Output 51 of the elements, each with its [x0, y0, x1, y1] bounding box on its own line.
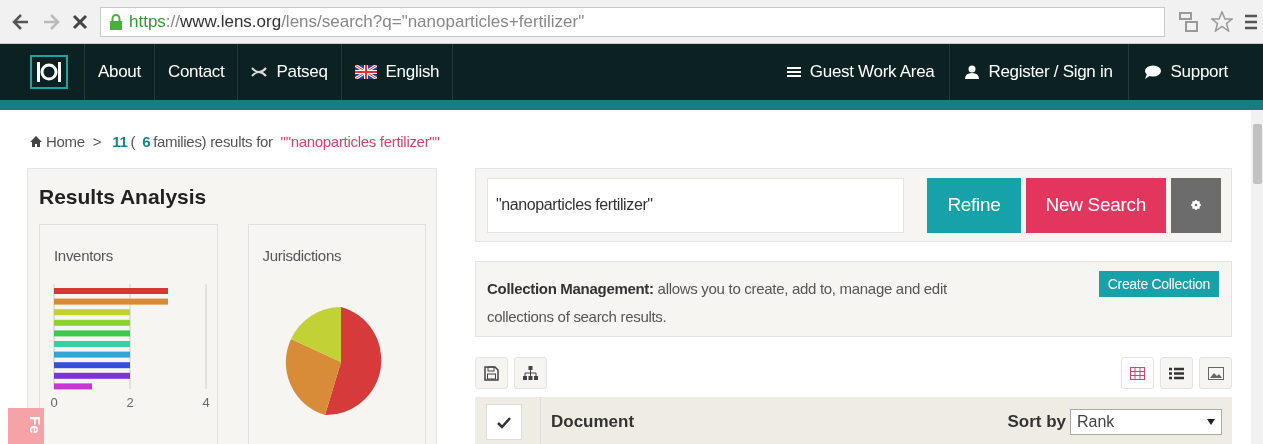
nav-link[interactable]: Support	[1127, 44, 1243, 100]
back-icon[interactable]	[12, 12, 30, 31]
lock-icon	[109, 13, 123, 30]
panel-title: Results Analysis	[39, 185, 208, 209]
view-toggle-button[interactable]	[1199, 357, 1232, 389]
flag-icon	[354, 65, 377, 79]
select-all-checkbox[interactable]	[486, 404, 522, 440]
settings-icon	[1191, 197, 1201, 213]
star-icon[interactable]	[1211, 11, 1233, 32]
axis-tick-label: 0	[50, 395, 58, 410]
save-button[interactable]	[475, 357, 508, 389]
nav-link[interactable]: Register / Sign in	[949, 44, 1128, 100]
chart-title: Jurisdictions	[262, 247, 342, 264]
nav-link[interactable]: English	[341, 44, 454, 100]
hierarchy-icon	[523, 366, 538, 380]
logo-icon[interactable]	[30, 55, 68, 89]
column-header: Document	[540, 397, 635, 444]
settings-button[interactable]	[1171, 177, 1221, 233]
user-icon	[965, 65, 980, 79]
breadcrumb-separator: >	[92, 132, 102, 150]
nav-link[interactable]: About	[85, 44, 155, 100]
scrollbar[interactable]	[1251, 110, 1263, 444]
table-view-icon	[1130, 366, 1145, 380]
address-bar[interactable]: https://www.lens.org/lens/search?q="nanoparticles+fertilizer"	[100, 6, 1165, 37]
collection-description: Collection Management: allows you to create, add to, manage and edit collections of search results.	[487, 279, 948, 326]
axis-tick-label: 2	[126, 395, 134, 410]
chart-title: Inventors	[54, 247, 113, 264]
view-toggle-button[interactable]	[1121, 357, 1154, 389]
axis-tick-label: 4	[202, 395, 210, 410]
dropdown-caret-icon	[1207, 419, 1215, 425]
checkmark-icon	[497, 415, 511, 429]
hierarchy-button[interactable]	[514, 357, 547, 389]
save-icon	[484, 365, 499, 381]
stop-icon[interactable]	[72, 13, 88, 30]
bar	[54, 383, 92, 390]
menu-icon[interactable]	[1245, 12, 1257, 31]
home-icon	[30, 135, 42, 147]
new-search-button[interactable]: New Search	[1025, 177, 1166, 233]
image-view-icon	[1207, 366, 1224, 380]
search-field[interactable]: "nanoparticles fertilizer"	[487, 177, 905, 233]
results-summary: 11 ( 6 families) results for ""nanoparticles fertilizer""	[111, 132, 440, 150]
list-view-icon	[1169, 366, 1184, 380]
speech-bubble-icon	[1143, 65, 1162, 79]
nav-link[interactable]: Contact	[154, 44, 239, 100]
view-toggle-button[interactable]	[1160, 357, 1193, 389]
sort-dropdown[interactable]: Rank	[1070, 409, 1222, 435]
home-link[interactable]: Home	[30, 132, 85, 150]
nav-link[interactable]: Patseq	[238, 44, 342, 100]
sort-label: Sort by	[1007, 412, 1066, 432]
menu-icon	[786, 66, 801, 78]
nav-link[interactable]: Guest Work Area	[771, 44, 950, 100]
